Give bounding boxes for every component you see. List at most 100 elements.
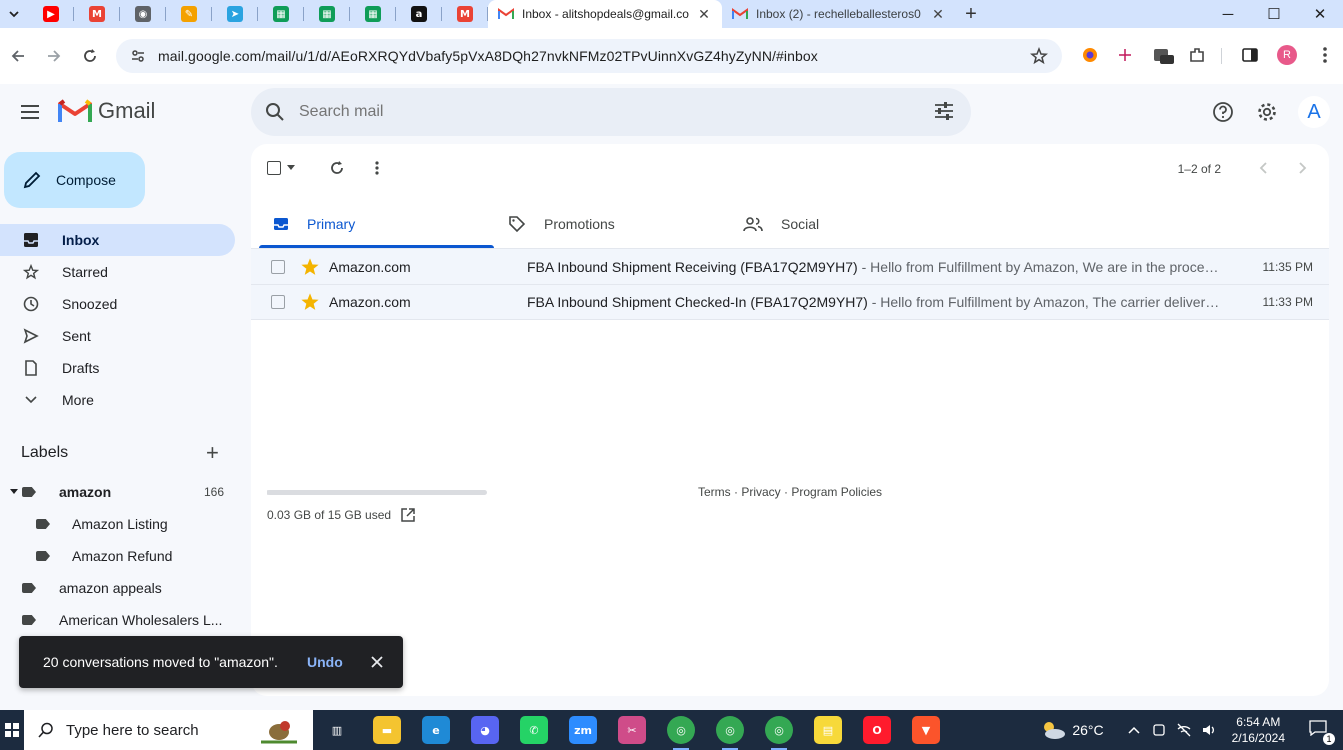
tab-promotions[interactable]: Promotions [494, 200, 729, 248]
refresh-icon[interactable] [321, 156, 353, 180]
maximize-icon[interactable]: ☐ [1251, 0, 1297, 28]
tab-social[interactable]: Social [729, 200, 964, 248]
search-icon[interactable] [251, 102, 299, 122]
pinned-tab[interactable]: ▦ [304, 0, 350, 28]
brave-icon[interactable]: ▼ [912, 716, 940, 744]
sidebar-item-inbox[interactable]: Inbox [0, 224, 235, 256]
meet-now-icon[interactable] [1152, 723, 1166, 737]
network-offline-icon[interactable] [1176, 723, 1192, 737]
row-checkbox[interactable] [271, 295, 285, 309]
sidebar-item-more[interactable]: More [0, 384, 235, 416]
extension-sparkle-icon[interactable] [1112, 42, 1138, 68]
tab-search-chevron-icon[interactable] [0, 0, 28, 28]
extensions-puzzle-icon[interactable] [1184, 42, 1210, 68]
select-all-checkbox[interactable] [265, 156, 297, 180]
browser-tab-active[interactable]: Inbox - alitshopdeals@gmail.co ✕ [488, 0, 722, 28]
file-explorer-icon[interactable]: ▬ [373, 716, 401, 744]
extension-firefox-icon[interactable] [1077, 42, 1103, 68]
pinned-tab[interactable]: ◉ [120, 0, 166, 28]
chevron-up-icon[interactable] [1128, 726, 1140, 734]
opera-icon[interactable]: O [863, 716, 891, 744]
sidebar-item-sent[interactable]: Sent [0, 320, 235, 352]
email-row[interactable]: Amazon.com FBA Inbound Shipment Checked-I… [251, 284, 1329, 320]
edge-icon[interactable]: e [422, 716, 450, 744]
reload-icon[interactable] [72, 38, 108, 74]
browser-menu-icon[interactable] [1312, 42, 1338, 68]
taskbar-clock[interactable]: 6:54 AM 2/16/2024 [1232, 714, 1285, 746]
star-icon[interactable] [301, 293, 319, 311]
privacy-link[interactable]: Privacy [741, 485, 780, 499]
whatsapp-icon[interactable]: ✆ [520, 716, 548, 744]
select-dropdown-icon[interactable] [287, 165, 295, 171]
compose-button[interactable]: Compose [4, 152, 145, 208]
taskbar-search-box[interactable]: Type here to search [24, 710, 313, 750]
label-item[interactable]: American Wholesalers L... [22, 604, 235, 636]
pinned-tab[interactable]: ▦ [350, 0, 396, 28]
pinned-tab[interactable]: ▶ [28, 0, 74, 28]
older-chevron-icon[interactable] [1291, 158, 1315, 178]
back-arrow-icon[interactable] [0, 38, 36, 74]
settings-gear-icon[interactable] [1251, 96, 1283, 128]
help-icon[interactable] [1207, 96, 1239, 128]
undo-button[interactable]: Undo [307, 654, 343, 670]
account-avatar[interactable]: A [1298, 96, 1330, 128]
main-menu-icon[interactable] [14, 96, 46, 128]
site-info-icon[interactable] [122, 48, 154, 64]
close-window-icon[interactable]: ✕ [1297, 0, 1343, 28]
chrome-icon[interactable]: ◎ [667, 716, 695, 750]
new-tab-button[interactable]: + [956, 3, 986, 26]
search-bar[interactable] [251, 88, 971, 136]
label-item[interactable]: Amazon Refund [36, 540, 235, 572]
notifications-icon[interactable]: 1 [1309, 719, 1335, 745]
sidebar-item-snoozed[interactable]: Snoozed [0, 288, 235, 320]
pinned-tab[interactable]: a [396, 0, 442, 28]
newer-chevron-icon[interactable] [1251, 158, 1275, 178]
snip-icon[interactable]: ✂ [618, 716, 646, 744]
tab-primary[interactable]: Primary [259, 200, 494, 248]
more-options-icon[interactable] [361, 156, 393, 180]
close-icon[interactable] [367, 652, 387, 672]
program-policies-link[interactable]: Program Policies [791, 485, 882, 499]
browser-tab[interactable]: Inbox (2) - rechelleballesteros0 ✕ [722, 0, 956, 28]
forward-arrow-icon[interactable] [36, 38, 72, 74]
chrome-icon[interactable]: ◎ [765, 716, 793, 750]
draft-icon [0, 360, 62, 376]
sticky-notes-icon[interactable]: ▤ [814, 716, 842, 744]
search-input[interactable] [299, 103, 899, 121]
label-item[interactable]: Amazon Listing [36, 508, 235, 540]
minimize-icon[interactable]: ─ [1205, 0, 1251, 28]
zoom-icon[interactable]: zm [569, 716, 597, 744]
label-item[interactable]: amazon 166 [10, 476, 235, 508]
label-item[interactable]: amazon appeals [22, 572, 235, 604]
sidebar-item-starred[interactable]: Starred [0, 256, 235, 288]
close-tab-icon[interactable]: ✕ [930, 6, 946, 23]
sidebar-item-drafts[interactable]: Drafts [0, 352, 235, 384]
chrome-icon[interactable]: ◎ [716, 716, 744, 750]
pinned-tab[interactable]: ✎ [166, 0, 212, 28]
open-external-icon[interactable] [401, 508, 415, 522]
search-options-icon[interactable] [933, 100, 955, 127]
pinned-tab[interactable]: ➤ [212, 0, 258, 28]
windows-start-icon[interactable] [0, 710, 24, 750]
create-label-icon[interactable]: + [206, 442, 219, 464]
task-view-icon[interactable]: ▥ [323, 716, 351, 744]
pinned-tab[interactable]: ▦ [258, 0, 304, 28]
row-checkbox[interactable] [271, 259, 285, 274]
extension-off-icon[interactable] [1150, 42, 1176, 68]
profile-avatar[interactable]: R [1274, 42, 1300, 68]
bookmark-star-icon[interactable] [1030, 46, 1048, 70]
pinned-tab[interactable]: M [74, 0, 120, 28]
close-tab-icon[interactable]: ✕ [696, 6, 712, 23]
gmail-logo[interactable]: Gmail [58, 98, 155, 124]
star-icon[interactable] [301, 257, 319, 276]
side-panel-icon[interactable] [1237, 42, 1263, 68]
pinned-tab[interactable]: M [442, 0, 488, 28]
terms-link[interactable]: Terms [698, 485, 731, 499]
expand-caret-icon[interactable] [10, 489, 18, 495]
email-row[interactable]: Amazon.com FBA Inbound Shipment Receiving… [251, 248, 1329, 284]
volume-icon[interactable] [1202, 723, 1218, 737]
discord-icon[interactable]: ◕ [471, 716, 499, 744]
weather-cloud-icon[interactable] [1040, 720, 1066, 740]
address-bar[interactable]: mail.google.com/mail/u/1/d/AEoRXRQYdVbaf… [116, 39, 1062, 73]
gmail-icon [732, 8, 748, 19]
